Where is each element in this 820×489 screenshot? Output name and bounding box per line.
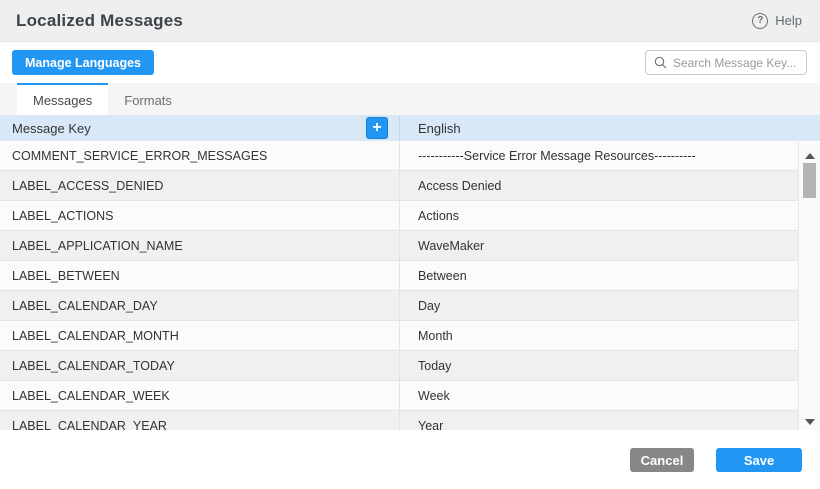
message-value-cell[interactable]: Week [400, 381, 798, 410]
scroll-up-icon[interactable] [805, 153, 815, 159]
help-button[interactable]: ? Help [752, 13, 802, 29]
message-key-cell: LABEL_ACCESS_DENIED [0, 171, 400, 200]
table-row[interactable]: LABEL_CALENDAR_YEAR Year [0, 411, 798, 430]
scrollbar-thumb[interactable] [803, 163, 816, 198]
message-value-cell[interactable]: -----------Service Error Message Resourc… [400, 141, 798, 170]
vertical-scrollbar[interactable] [798, 142, 820, 431]
toolbar: Manage Languages [0, 42, 820, 83]
message-key-cell: LABEL_BETWEEN [0, 261, 400, 290]
message-value-cell[interactable]: Between [400, 261, 798, 290]
message-value-cell[interactable]: Year [400, 411, 798, 430]
table-header: Message Key + English [0, 115, 820, 141]
column-header-message-key-label: Message Key [12, 121, 91, 136]
table-row[interactable]: LABEL_CALENDAR_MONTH Month [0, 321, 798, 351]
messages-table-body: COMMENT_SERVICE_ERROR_MESSAGES ---------… [0, 141, 798, 430]
help-label: Help [775, 13, 802, 28]
table-row[interactable]: COMMENT_SERVICE_ERROR_MESSAGES ---------… [0, 141, 798, 171]
help-question-icon: ? [752, 13, 768, 29]
column-header-english-label: English [418, 121, 461, 136]
message-key-cell: LABEL_CALENDAR_TODAY [0, 351, 400, 380]
table-row[interactable]: LABEL_CALENDAR_DAY Day [0, 291, 798, 321]
table-row[interactable]: LABEL_BETWEEN Between [0, 261, 798, 291]
title-bar: Localized Messages ? Help [0, 0, 820, 42]
message-value-cell[interactable]: Access Denied [400, 171, 798, 200]
message-value-cell[interactable]: WaveMaker [400, 231, 798, 260]
message-key-cell: LABEL_CALENDAR_MONTH [0, 321, 400, 350]
scroll-down-icon[interactable] [805, 419, 815, 425]
search-input[interactable] [673, 56, 798, 70]
table-row[interactable]: LABEL_APPLICATION_NAME WaveMaker [0, 231, 798, 261]
footer: Cancel Save [0, 430, 820, 489]
table-row[interactable]: LABEL_ACTIONS Actions [0, 201, 798, 231]
message-value-cell[interactable]: Actions [400, 201, 798, 230]
tab-formats[interactable]: Formats [108, 83, 188, 115]
search-box[interactable] [645, 50, 807, 75]
message-value-cell[interactable]: Month [400, 321, 798, 350]
message-key-cell: LABEL_ACTIONS [0, 201, 400, 230]
message-value-cell[interactable]: Today [400, 351, 798, 380]
column-header-message-key: Message Key + [0, 115, 400, 141]
tab-messages[interactable]: Messages [17, 83, 108, 115]
message-key-cell: LABEL_CALENDAR_DAY [0, 291, 400, 320]
message-key-cell: LABEL_CALENDAR_YEAR [0, 411, 400, 430]
table-row[interactable]: LABEL_ACCESS_DENIED Access Denied [0, 171, 798, 201]
manage-languages-button[interactable]: Manage Languages [12, 50, 154, 75]
message-key-cell: LABEL_APPLICATION_NAME [0, 231, 400, 260]
search-icon [654, 56, 667, 69]
message-key-cell: COMMENT_SERVICE_ERROR_MESSAGES [0, 141, 400, 170]
save-button[interactable]: Save [716, 448, 802, 472]
page-title: Localized Messages [16, 11, 183, 31]
message-key-cell: LABEL_CALENDAR_WEEK [0, 381, 400, 410]
column-header-english: English [400, 115, 820, 141]
add-message-key-button[interactable]: + [366, 117, 388, 139]
message-value-cell[interactable]: Day [400, 291, 798, 320]
table-row[interactable]: LABEL_CALENDAR_TODAY Today [0, 351, 798, 381]
cancel-button[interactable]: Cancel [630, 448, 694, 472]
table-row[interactable]: LABEL_CALENDAR_WEEK Week [0, 381, 798, 411]
tab-bar: Messages Formats [0, 83, 820, 115]
